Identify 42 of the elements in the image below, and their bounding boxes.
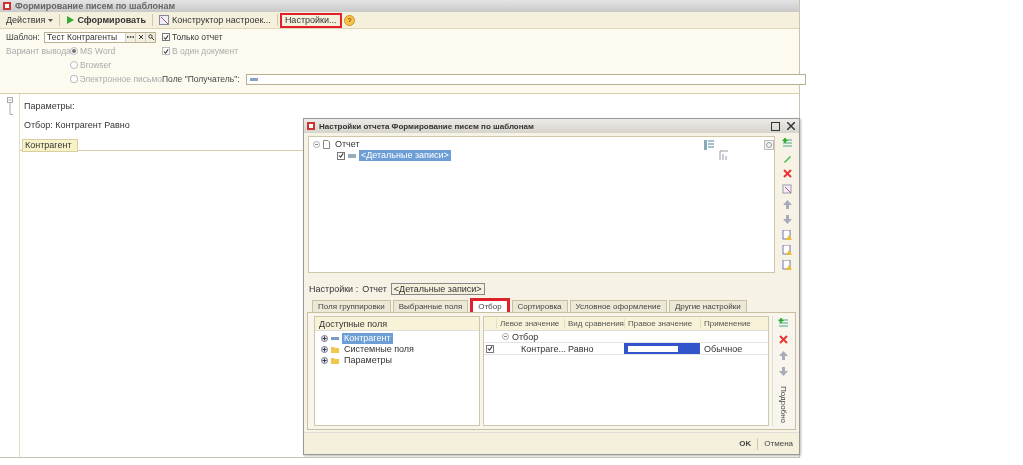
tree-item[interactable]: Отчет (333, 139, 362, 150)
dialog-title: Настройки отчета Формирование писем по шаблонам (319, 121, 535, 131)
table-cell: Равно (568, 343, 594, 354)
column-header: Применение (700, 319, 762, 328)
template-label: Шаблон: (6, 32, 40, 42)
actions-menu[interactable]: Действия (2, 12, 58, 28)
checkbox-label: Только отчет (172, 32, 223, 42)
checkbox-label: В один документ (172, 46, 239, 56)
toolbar-button[interactable]: Конструктор настроек... (155, 12, 275, 28)
generate-button[interactable]: Сформировать (62, 12, 150, 28)
field-item[interactable]: Системные поля (342, 344, 416, 355)
column-header: Контрагент (22, 139, 78, 152)
toolbar-button[interactable]: Настройки... (279, 12, 342, 28)
radio-label: MS Word (80, 46, 116, 56)
tab[interactable]: Условное оформление (569, 300, 667, 312)
template-field[interactable]: Тест Контрагенты (44, 31, 156, 43)
cancel-button[interactable]: Отмена (762, 439, 795, 448)
tab[interactable]: Выбранные поля (392, 300, 469, 312)
table-cell: Обычное (704, 343, 743, 354)
tab[interactable]: Поля группировки (312, 300, 391, 312)
tab[interactable]: Отбор (470, 298, 510, 312)
ok-button[interactable]: OK (737, 439, 754, 448)
radio-label: Browser (80, 60, 112, 70)
column-header: Доступные поля (318, 318, 388, 329)
field-item[interactable]: Параметры (342, 355, 394, 366)
settings-path-item[interactable]: <Детальные записи> (390, 282, 485, 295)
window-title: Формирование писем по шаблонам (15, 1, 176, 11)
recipient-label: Поле "Получатель": (162, 74, 240, 84)
tab[interactable]: Другие настройки (668, 300, 747, 312)
report-text: Отбор: Контрагент Равно (24, 120, 130, 130)
radio-label: Электронное письмо (79, 74, 162, 84)
settings-path-item[interactable]: Отчет (362, 283, 387, 294)
table-cell: Контраге... (521, 343, 566, 354)
report-text: Параметры: (24, 101, 75, 111)
column-header: Правое значение (624, 319, 700, 328)
table-cell: Отбор (512, 331, 539, 342)
column-header: Левое значение (496, 319, 564, 328)
details-button[interactable]: Подробно (778, 386, 788, 424)
column-header: Вид сравнения (564, 319, 624, 328)
settings-label: Настройки : (309, 283, 359, 294)
tab[interactable]: Сортировка (511, 300, 568, 312)
output-label: Вариант вывода: (6, 46, 74, 56)
